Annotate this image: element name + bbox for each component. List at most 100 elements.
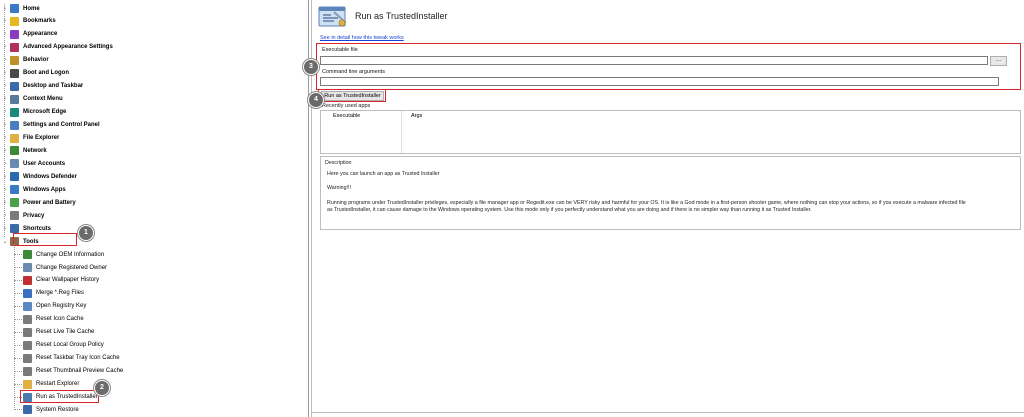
- expand-chevron-icon[interactable]: ›: [2, 222, 8, 235]
- expand-chevron-icon[interactable]: ›: [2, 157, 8, 170]
- tree-item-network[interactable]: › Network: [2, 144, 47, 157]
- tree-item-context-menu[interactable]: › Context Menu: [2, 93, 63, 106]
- collapse-chevron-icon[interactable]: ⌄: [2, 235, 8, 248]
- expand-chevron-icon[interactable]: ›: [2, 80, 8, 93]
- tree-item-bookmarks[interactable]: › Bookmarks: [2, 15, 56, 28]
- description-line: Running programs under TrustedInstaller …: [327, 200, 966, 206]
- expand-chevron-icon[interactable]: ›: [2, 183, 8, 196]
- description-line: as TrustedInstaller, it can cause damage…: [327, 207, 812, 213]
- merge-icon: [23, 288, 32, 298]
- expand-chevron-icon[interactable]: ›: [2, 209, 8, 222]
- expand-chevron-icon[interactable]: ›: [2, 54, 8, 67]
- tree-subitem-reset-taskbar-tray-icon-cache[interactable]: Reset Taskbar Tray Icon Cache: [23, 352, 120, 365]
- expand-chevron-icon[interactable]: ›: [2, 132, 8, 145]
- tree-subitem-label: Reset Thumbnail Preview Cache: [36, 368, 124, 375]
- expand-chevron-icon[interactable]: ›: [2, 144, 8, 157]
- tree-item-label: Boot and Logon: [23, 70, 69, 77]
- tree-subitem-reset-icon-cache[interactable]: Reset Icon Cache: [23, 313, 84, 326]
- tree-subitem-reset-local-group-policy[interactable]: Reset Local Group Policy: [23, 339, 104, 352]
- tree-item-appearance[interactable]: › Appearance: [2, 28, 57, 41]
- tree-branch-line: [14, 305, 22, 307]
- trustedinstaller-header-icon: [318, 6, 347, 27]
- tree-subitem-change-oem-information[interactable]: Change OEM Information: [23, 248, 104, 261]
- tree-item-label: Network: [23, 147, 47, 154]
- tools-highlight: [13, 233, 77, 246]
- expand-chevron-icon[interactable]: ›: [2, 15, 8, 28]
- privacy-icon: [10, 211, 19, 221]
- tree-item-windows-apps[interactable]: › Windows Apps: [2, 183, 66, 196]
- tree-branch-line: [14, 331, 22, 333]
- expand-chevron-icon[interactable]: ›: [2, 170, 8, 183]
- tree-subitem-open-registry-key[interactable]: Open Registry Key: [23, 300, 86, 313]
- tree-branch-line: [14, 409, 22, 411]
- column-header-executable[interactable]: Executable: [329, 111, 409, 122]
- folder-icon: [10, 133, 19, 143]
- input-fields-highlight: [316, 43, 1021, 90]
- oem-icon: [23, 250, 32, 260]
- tree-item-settings-and-control-panel[interactable]: › Settings and Control Panel: [2, 119, 100, 132]
- owner-icon: [23, 263, 32, 272]
- tree-item-power-and-battery[interactable]: › Power and Battery: [2, 196, 76, 209]
- tree-subitem-label: Reset Icon Cache: [36, 316, 84, 323]
- expand-chevron-icon[interactable]: ›: [2, 67, 8, 80]
- column-header-args[interactable]: Args: [407, 111, 607, 122]
- tree-branch-line: [14, 370, 22, 372]
- tree-subitem-reset-live-tile-cache[interactable]: Reset Live Tile Cache: [23, 326, 94, 339]
- users-icon: [10, 159, 19, 169]
- tree-subitem-system-restore[interactable]: System Restore: [23, 403, 79, 416]
- expand-chevron-icon[interactable]: ›: [2, 28, 8, 41]
- tree-branch-line: [14, 292, 22, 294]
- annotation-badge-4: 4: [308, 92, 324, 108]
- tree-item-label: File Explorer: [23, 135, 60, 141]
- tree-item-privacy[interactable]: › Privacy: [2, 209, 44, 222]
- tree-item-label: Home: [23, 5, 40, 12]
- tree-subitem-merge-reg-files[interactable]: Merge *.Reg Files: [23, 287, 84, 300]
- paint-palette-icon: [10, 42, 19, 52]
- tree-item-home[interactable]: › Home: [2, 2, 40, 15]
- system-restore-icon: [23, 405, 32, 415]
- tree-subitem-label: Reset Local Group Policy: [36, 342, 104, 349]
- tree-subitem-label: Reset Taskbar Tray Icon Cache: [36, 355, 120, 362]
- tree-item-label: Desktop and Taskbar: [23, 83, 84, 90]
- tree-item-boot-and-logon[interactable]: › Boot and Logon: [2, 67, 69, 80]
- tree-item-behavior[interactable]: › Behavior: [2, 54, 49, 67]
- tree-branch-line: [14, 344, 22, 346]
- tree-branch-line: [14, 254, 22, 256]
- expand-chevron-icon[interactable]: ›: [2, 119, 8, 132]
- tweak-detail-link[interactable]: See in detail how this tweak works: [320, 35, 404, 41]
- context-menu-icon: [10, 94, 19, 104]
- pane-divider: [312, 412, 1024, 413]
- tree-item-advanced-appearance-settings[interactable]: › Advanced Appearance Settings: [2, 41, 113, 54]
- expand-chevron-icon[interactable]: ›: [2, 93, 8, 106]
- tree-subitem-label: Open Registry Key: [36, 303, 87, 310]
- tree-branch-line: [14, 279, 22, 281]
- expand-chevron-icon[interactable]: ›: [2, 106, 8, 119]
- expand-chevron-icon[interactable]: ›: [2, 196, 8, 209]
- tree-item-label: Bookmarks: [23, 18, 56, 25]
- tree-subitem-restart-explorer[interactable]: Restart Explorer: [23, 378, 79, 391]
- tree-item-label: Power and Battery: [23, 199, 76, 206]
- tree-item-label: Privacy: [23, 212, 45, 219]
- restart-icon: [23, 379, 32, 389]
- recently-used-apps-list[interactable]: Executable Args: [320, 110, 1021, 154]
- column-separator: [401, 111, 402, 153]
- registry-icon: [23, 301, 32, 311]
- tree-subitem-label: Merge *.Reg Files: [36, 290, 85, 297]
- tree-subitem-clear-wallpaper-history[interactable]: Clear Wallpaper History: [23, 274, 99, 287]
- tree-item-microsoft-edge[interactable]: › Microsoft Edge: [2, 106, 66, 119]
- navigation-tree: › Home › Bookmarks › Appearance › Advanced Appe…: [0, 0, 309, 417]
- edge-icon: [10, 107, 19, 117]
- tree-subitem-label: Change OEM Information: [36, 251, 105, 258]
- tree-branch-line: [14, 318, 22, 320]
- tree-item-desktop-and-taskbar[interactable]: › Desktop and Taskbar: [2, 80, 83, 93]
- tree-subitem-label: System Restore: [36, 406, 79, 413]
- tree-subitem-reset-thumbnail-preview-cache[interactable]: Reset Thumbnail Preview Cache: [23, 365, 123, 378]
- control-panel-icon: [10, 120, 19, 130]
- expand-chevron-icon[interactable]: ›: [2, 2, 8, 15]
- tree-item-windows-defender[interactable]: › Windows Defender: [2, 170, 77, 183]
- tree-item-user-accounts[interactable]: › User Accounts: [2, 157, 65, 170]
- tree-item-file-explorer[interactable]: › File Explorer: [2, 132, 59, 145]
- expand-chevron-icon[interactable]: ›: [2, 41, 8, 54]
- page-title: Run as TrustedInstaller: [355, 11, 448, 21]
- tree-subitem-change-registered-owner[interactable]: Change Registered Owner: [23, 261, 107, 274]
